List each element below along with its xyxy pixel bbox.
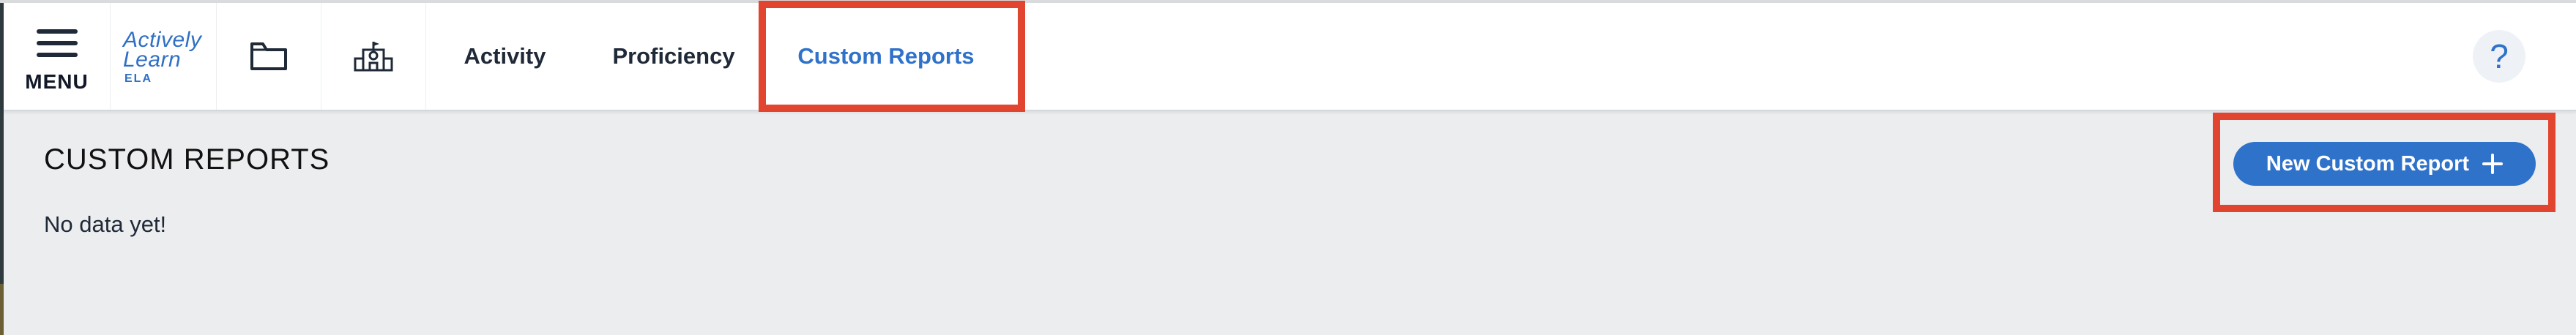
actively-learn-logo[interactable]: Actively Learn ELA bbox=[110, 3, 217, 110]
menu-button[interactable]: MENU bbox=[4, 3, 111, 110]
logo-line-2: Learn bbox=[123, 48, 182, 72]
new-custom-report-button[interactable]: New Custom Report bbox=[2233, 142, 2536, 186]
new-custom-report-label: New Custom Report bbox=[2266, 151, 2470, 176]
tab-proficiency[interactable]: Proficiency bbox=[589, 3, 758, 110]
top-navigation-bar: MENU Actively Learn ELA Activity Profici… bbox=[4, 3, 2576, 111]
school-tab[interactable] bbox=[321, 3, 426, 110]
tab-activity[interactable]: Activity bbox=[426, 3, 584, 110]
school-icon bbox=[354, 42, 392, 72]
menu-label: MENU bbox=[25, 70, 89, 93]
page-title: CUSTOM REPORTS bbox=[44, 143, 330, 176]
library-folder-tab[interactable] bbox=[216, 3, 321, 110]
tab-custom-reports[interactable]: Custom Reports bbox=[765, 3, 1007, 110]
menu-icon bbox=[37, 29, 78, 57]
logo-subject: ELA bbox=[124, 72, 152, 85]
empty-state-message: No data yet! bbox=[44, 211, 167, 237]
help-icon: ? bbox=[2490, 37, 2509, 75]
plus-icon bbox=[2482, 154, 2504, 174]
folder-icon bbox=[250, 42, 287, 70]
help-button[interactable]: ? bbox=[2473, 30, 2525, 83]
